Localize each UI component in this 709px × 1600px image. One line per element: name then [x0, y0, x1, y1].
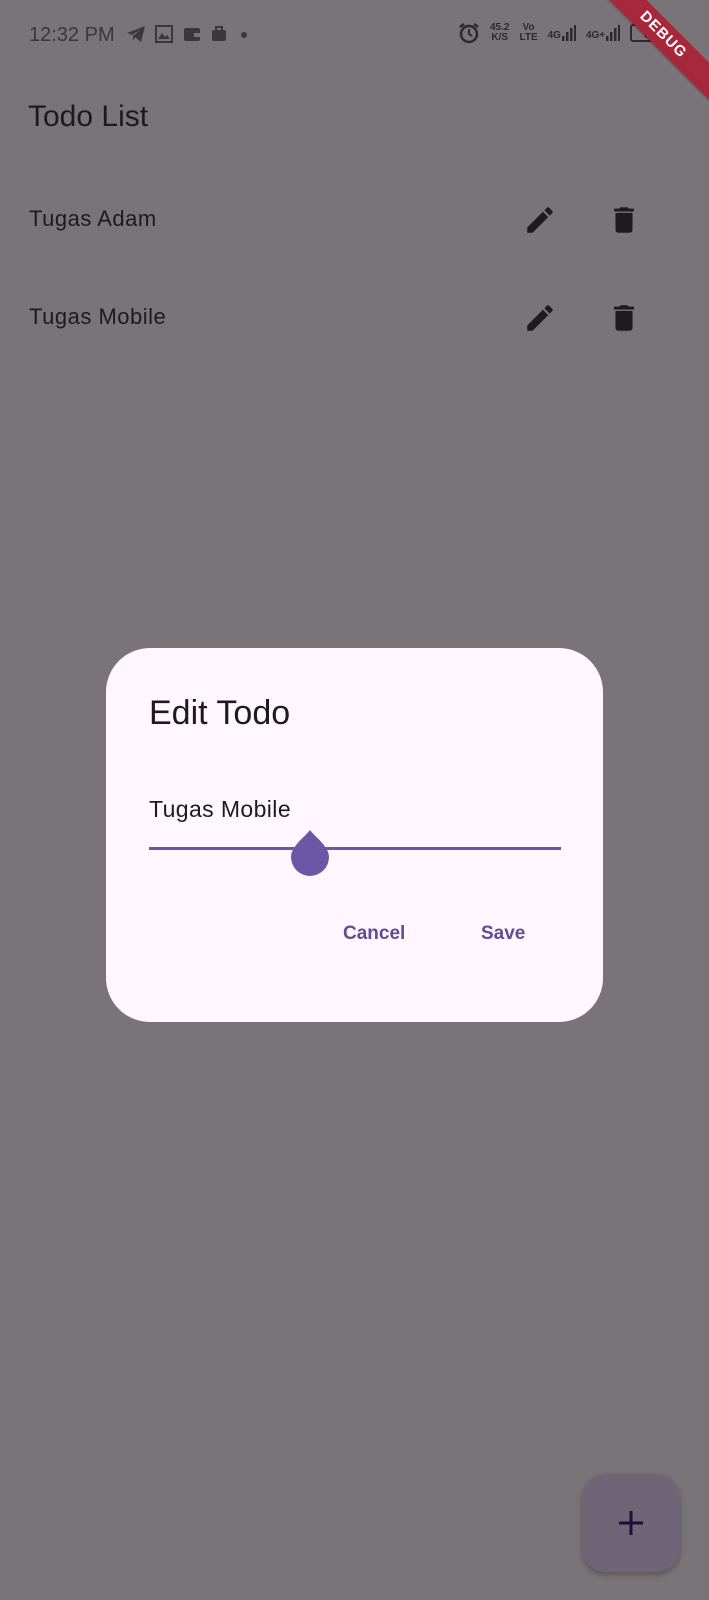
todo-label: Tugas Mobile [29, 304, 167, 329]
dot-icon [241, 32, 247, 38]
notification-icons [126, 24, 252, 44]
edit-icon [527, 207, 553, 233]
signal-1-label: 4G [547, 30, 561, 41]
trash-icon [614, 305, 634, 331]
signal-icon [561, 25, 576, 41]
status-time: 12:32 PM [29, 24, 115, 46]
text-cursor-handle[interactable] [290, 828, 330, 876]
plus-icon [619, 1511, 643, 1535]
network-speed: 45.2 K/S [490, 23, 509, 43]
edit-icon [527, 305, 553, 331]
input-underline [149, 847, 561, 850]
cancel-button[interactable]: Cancel [343, 923, 405, 945]
trash-icon [614, 207, 634, 233]
page-title: Todo List [28, 100, 149, 133]
delete-button[interactable] [600, 294, 648, 342]
debug-banner: DEBUG [590, 0, 709, 108]
volte-bottom: LTE [519, 32, 538, 43]
todo-text-input[interactable]: Tugas Mobile [149, 796, 291, 823]
add-todo-button[interactable] [582, 1474, 680, 1572]
edit-button[interactable] [516, 294, 564, 342]
todo-label: Tugas Adam [29, 206, 157, 231]
network-speed-unit: K/S [491, 32, 509, 43]
save-button[interactable]: Save [481, 923, 525, 945]
signal-2: 4G+ [585, 25, 621, 41]
telegram-icon [127, 26, 145, 42]
delete-button[interactable] [600, 196, 648, 244]
gallery-icon [155, 25, 173, 43]
signal-2-label: 4G+ [585, 30, 606, 41]
wallet-icon [184, 28, 200, 41]
dialog-title: Edit Todo [149, 694, 291, 732]
volte-indicator: Vo LTE [519, 23, 537, 43]
status-bar: 12:32 PM 45.2 K/S Vo LTE 4G 4G+ 64 DEBUG [0, 0, 709, 108]
alarm-icon [459, 23, 479, 44]
signal-icon [606, 25, 621, 41]
list-item[interactable]: Tugas Mobile [0, 270, 709, 368]
list-item[interactable]: Tugas Adam [0, 172, 709, 270]
signal-1: 4G [548, 25, 576, 41]
briefcase-icon [212, 26, 226, 41]
edit-button[interactable] [516, 196, 564, 244]
edit-todo-dialog: Edit Todo Tugas Mobile Cancel Save [106, 648, 603, 1022]
